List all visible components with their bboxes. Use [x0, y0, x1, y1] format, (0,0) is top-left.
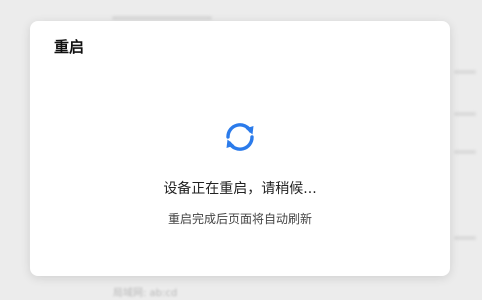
background-line: [454, 112, 476, 116]
dialog-title: 重启: [54, 38, 85, 56]
background-line: [454, 70, 476, 74]
reboot-dialog: 重启 设备正在重启，请稍候... 重启完成后页面将自动刷新: [30, 21, 450, 276]
reboot-status-message: 设备正在重启，请稍候...: [163, 181, 317, 197]
refresh-icon: [226, 123, 254, 151]
reboot-status-hint: 重启完成后页面将自动刷新: [167, 212, 312, 226]
background-line: [112, 16, 212, 20]
background-line: [454, 150, 476, 154]
background-line: [454, 236, 476, 240]
background-label: 局域网: ab:cd: [113, 288, 178, 299]
